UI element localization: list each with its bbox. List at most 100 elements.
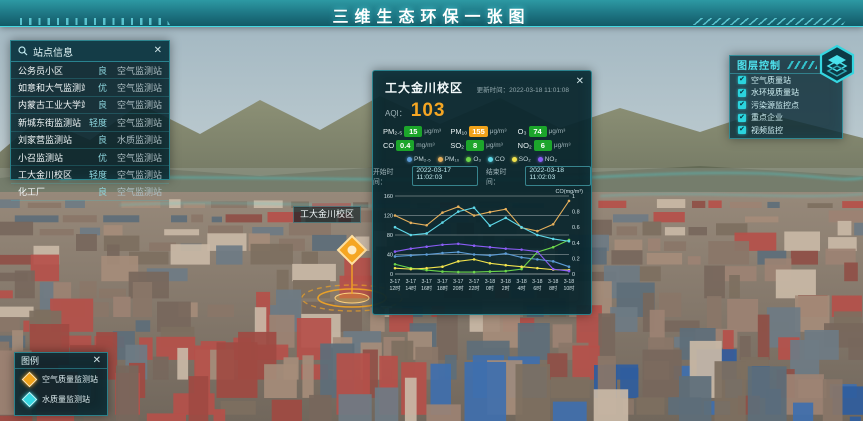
station-type: 空气监测站 [107,151,162,164]
pollutant-unit: μg/m³ [549,128,566,135]
pollutant-value-badge: 8 [466,140,484,151]
pollutant-unit: μg/m³ [486,142,503,149]
svg-text:3-18: 3-18 [501,279,511,285]
close-icon[interactable]: ✕ [154,46,162,56]
update-time-value: 2022-03-18 11:01:08 [509,87,569,94]
start-time-input[interactable]: 2022-03-17 11:02:03 [412,166,478,186]
aqi-row: AQI： 103 [373,100,591,122]
legend-chip[interactable]: PM₂.₅ [407,156,431,163]
legend-label: PM₂.₅ [414,156,431,163]
pollutant-cell: O₃74μg/m³ [518,126,583,137]
end-time-label: 结束时间： [486,166,517,186]
svg-text:12时: 12时 [390,284,401,292]
pollutant-cell: PM₂.₅15μg/m³ [383,126,448,137]
station-name: 小召监测站 [18,151,85,164]
station-panel-header: 站点信息 ✕ [11,41,169,62]
aqi-detail-popup: ✕ 工大金川校区 更新时间：2022-03-18 11:01:08 AQI： 1… [372,70,592,315]
svg-text:3-17: 3-17 [421,279,431,285]
pollutant-value-badge: 0.4 [396,140,414,151]
station-grade: 轻度 [85,168,107,181]
checkbox-checked-icon[interactable]: ✔ [738,101,746,109]
svg-text:3-17: 3-17 [469,279,479,285]
svg-text:120: 120 [384,214,393,220]
header-stripes-decor [787,61,817,69]
trend-chart[interactable]: 0408012016000.20.40.60.81CO(mg/m³)3-1712… [373,187,591,313]
layer-label: 空气质量站 [751,75,791,86]
station-grade: 良 [85,133,107,146]
close-icon[interactable]: ✕ [576,77,584,87]
legend-label: SO₂ [519,156,531,163]
station-row[interactable]: 刘家营监测站良水质监测站 [11,132,169,149]
layers-hexagon-icon[interactable] [818,44,856,84]
svg-text:3-18: 3-18 [548,279,558,285]
checkbox-checked-icon[interactable]: ✔ [738,114,746,122]
layer-toggle[interactable]: ✔水环境质量站 [730,87,842,100]
legend-chip[interactable]: CO [488,156,505,163]
svg-text:10时: 10时 [564,284,575,292]
station-name: 新城东街监测站 [18,116,85,129]
svg-text:80: 80 [387,233,393,239]
svg-text:3-18: 3-18 [532,279,542,285]
svg-text:0时: 0时 [486,284,494,292]
pollutant-unit: μg/m³ [490,128,507,135]
legend-chip[interactable]: O₃ [466,156,481,163]
svg-text:40: 40 [387,253,393,259]
update-time-label: 更新时间： [477,87,510,94]
svg-text:3-17: 3-17 [437,279,447,285]
station-type: 空气监测站 [107,116,162,129]
map-legend-panel: 图例 ✕ 空气质量监测站水质量监测站 [14,352,108,416]
checkbox-checked-icon[interactable]: ✔ [738,126,746,134]
legend-item-label: 水质量监测站 [42,394,90,405]
station-name: 工大金川校区 [18,168,85,181]
app-root: { "title_bar": { "title": "三维生态环保一张图" },… [0,0,863,421]
station-row[interactable]: 内蒙古工业大学站良空气监测站 [11,97,169,114]
legend-items: 空气质量监测站水质量监测站 [15,369,107,409]
svg-text:3-17: 3-17 [390,279,400,285]
svg-text:0: 0 [572,272,575,278]
station-name: 如意和大气监测站 [18,81,85,94]
layer-toggle[interactable]: ✔ 污染源监控点 [730,99,842,112]
map-marker-label[interactable]: 工大金川校区 [293,206,361,223]
pollutant-unit: μg/m³ [424,128,441,135]
station-row[interactable]: 如意和大气监测站优空气监测站 [11,79,169,96]
legend-dot [512,157,517,162]
layer-label: 污染源监控点 [751,100,799,111]
station-type: 空气监测站 [107,98,162,111]
svg-text:160: 160 [384,194,393,200]
station-rows: 公务员小区良空气监测站如意和大气监测站优空气监测站内蒙古工业大学站良空气监测站新… [11,62,169,201]
svg-text:0.6: 0.6 [572,225,580,231]
station-grade: 良 [85,185,107,198]
pollutant-value-badge: 15 [404,126,422,137]
station-row[interactable]: 公务员小区良空气监测站 [11,62,169,79]
legend-chip[interactable]: PM₁₀ [438,156,460,163]
station-row[interactable]: 小召监测站优空气监测站 [11,149,169,166]
checkbox-checked-icon[interactable]: ✔ [738,89,746,97]
end-time-input[interactable]: 2022-03-18 11:02:03 [525,166,591,186]
legend-item-label: 空气质量监测站 [42,374,98,385]
checkbox-checked-icon[interactable]: ✔ [738,76,746,84]
legend-chip[interactable]: NO₂ [538,156,557,163]
legend-dot [488,157,493,162]
popup-title: 工大金川校区 [385,79,463,96]
popup-header: 工大金川校区 更新时间：2022-03-18 11:01:08 [373,71,591,100]
station-row[interactable]: 新城东街监测站轻度空气监测站 [11,114,169,131]
layer-toggle[interactable]: ✔视频监控 [730,124,842,137]
legend-panel-title: 图例 [21,354,93,367]
marker-pin-dot [348,246,357,255]
svg-text:3-18: 3-18 [564,279,574,285]
legend-chip[interactable]: SO₂ [512,156,531,163]
close-icon[interactable]: ✕ [93,356,101,366]
svg-text:CO(mg/m³): CO(mg/m³) [556,189,584,195]
legend-dot [407,157,412,162]
pollutant-name: CO [383,141,394,150]
pollutant-value-badge: 6 [534,140,552,151]
legend-label: NO₂ [545,156,557,163]
station-grade: 良 [85,98,107,111]
station-list-panel: 站点信息 ✕ 公务员小区良空气监测站如意和大气监测站优空气监测站内蒙古工业大学站… [10,40,170,180]
station-row[interactable]: 化工厂良空气监测站 [11,184,169,201]
station-row[interactable]: 工大金川校区轻度空气监测站 [11,166,169,183]
svg-text:3-17: 3-17 [453,279,463,285]
pollutant-unit: mg/m³ [416,142,434,149]
search-icon [18,46,28,56]
layer-toggle[interactable]: ✔重点企业 [730,112,842,125]
